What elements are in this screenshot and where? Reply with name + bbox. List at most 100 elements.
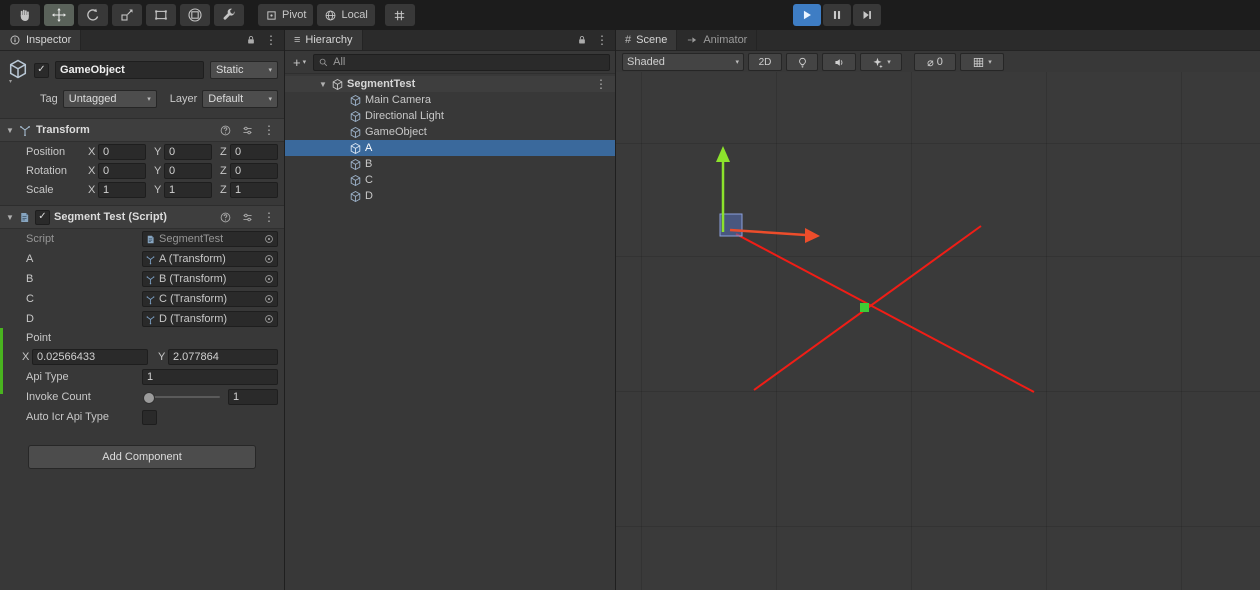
object-picker-icon[interactable] [263, 313, 275, 325]
lighting-toggle-button[interactable] [786, 53, 818, 71]
local-toggle-button[interactable]: Local [317, 4, 375, 26]
component-enabled-checkbox[interactable]: ✓ [35, 209, 50, 225]
hierarchy-item-directional-light[interactable]: Directional Light [285, 108, 615, 124]
scale-z-field[interactable]: 1 [230, 181, 278, 198]
hierarchy-item-b[interactable]: B [285, 156, 615, 172]
transform-header[interactable]: ▼ Transform ⋮ [0, 118, 284, 142]
object-picker-icon[interactable] [263, 293, 275, 305]
lock-icon[interactable] [245, 34, 257, 46]
rotation-z-field[interactable]: 0 [230, 162, 278, 179]
layer-dropdown[interactable]: Default ▾ [202, 90, 278, 108]
point-x-field[interactable]: 0.02566433 [32, 349, 148, 365]
position-x-field[interactable]: 0 [98, 143, 146, 160]
rotation-x-field[interactable]: 0 [98, 162, 146, 179]
help-icon[interactable] [219, 211, 232, 224]
gameobject-icon-picker[interactable]: ▾ [6, 58, 34, 85]
tag-dropdown[interactable]: Untagged ▾ [62, 90, 157, 108]
rotation-label: Rotation [26, 164, 67, 177]
object-picker-icon[interactable] [263, 253, 275, 265]
hierarchy-item-a-selected[interactable]: A [285, 140, 615, 156]
hierarchy-item-d[interactable]: D [285, 188, 615, 204]
rect-tool-button[interactable] [146, 4, 176, 26]
move-tool-button[interactable] [44, 4, 74, 26]
scene-visibility-button[interactable]: ⌀ 0 [914, 53, 956, 71]
2d-toggle-button[interactable]: 2D [748, 53, 782, 71]
hierarchy-search-input[interactable]: All [313, 53, 610, 71]
pause-button[interactable] [823, 4, 851, 26]
effects-dropdown-button[interactable]: ▾ [860, 53, 902, 71]
position-z-field[interactable]: 0 [230, 143, 278, 160]
axis-x-label: X [88, 164, 96, 177]
inspector-menu-icon[interactable]: ⋮ [265, 34, 277, 46]
script-row: Script SegmentTest [0, 229, 284, 249]
scale-y-field[interactable]: 1 [164, 181, 212, 198]
foldout-icon[interactable]: ▼ [6, 213, 18, 222]
lock-icon[interactable] [576, 34, 588, 46]
custom-tool-button[interactable] [214, 4, 244, 26]
item-label: D [365, 190, 373, 202]
foldout-icon[interactable]: ▼ [6, 126, 18, 135]
create-object-button[interactable]: + ▾ [290, 54, 309, 70]
tab-inspector[interactable]: Inspector [0, 30, 82, 50]
search-value: All [333, 56, 346, 68]
tab-hierarchy[interactable]: ≡ Hierarchy [285, 30, 363, 50]
rotation-y-field[interactable]: 0 [164, 162, 212, 179]
ref-a-object-field[interactable]: A (Transform) [142, 251, 278, 267]
invoke-count-slider[interactable] [143, 392, 220, 404]
segment-line-ab [735, 233, 1035, 393]
point-y-field[interactable]: 2.077864 [168, 349, 278, 365]
tab-scene[interactable]: # Scene [616, 30, 678, 50]
gizmo-x-axis-arrowhead[interactable] [805, 228, 820, 243]
add-component-button[interactable]: Add Component [28, 445, 256, 469]
pivot-toggle-button[interactable]: Pivot [258, 4, 314, 26]
foldout-icon[interactable]: ▼ [319, 80, 331, 89]
tab-animator[interactable]: Animator [677, 30, 758, 50]
view-hand-tool-button[interactable] [10, 4, 40, 26]
play-button[interactable] [793, 4, 821, 26]
gizmo-y-axis-arrowhead[interactable] [716, 146, 730, 162]
scene-root-row[interactable]: ▼ SegmentTest ⋮ [285, 76, 615, 92]
api-type-field[interactable]: 1 [142, 369, 278, 385]
segment-test-header[interactable]: ▼ ✓ Segment Test (Script) ⋮ [0, 205, 284, 229]
object-picker-icon[interactable] [263, 273, 275, 285]
scene-viewport[interactable] [616, 72, 1260, 590]
position-y-field[interactable]: 0 [164, 143, 212, 160]
gameobject-active-checkbox[interactable]: ✓ [34, 62, 49, 78]
rotate-tool-button[interactable] [78, 4, 108, 26]
intersection-point-marker [860, 303, 869, 312]
component-menu-icon[interactable]: ⋮ [263, 211, 275, 223]
grid-settings-button[interactable]: ▾ [960, 53, 1004, 71]
scene-tabbar: # Scene Animator [616, 30, 1260, 51]
tag-value: Untagged [68, 93, 117, 105]
script-object-field[interactable]: SegmentTest [142, 231, 278, 247]
presets-icon[interactable] [241, 211, 254, 224]
segment-test-component: ▼ ✓ Segment Test (Script) ⋮ Script Segme… [0, 205, 284, 427]
component-menu-icon[interactable]: ⋮ [263, 124, 275, 136]
hierarchy-item-main-camera[interactable]: Main Camera [285, 92, 615, 108]
hierarchy-item-gameobject[interactable]: GameObject [285, 124, 615, 140]
ref-b-object-field[interactable]: B (Transform) [142, 271, 278, 287]
draw-mode-dropdown[interactable]: Shaded ▾ [622, 53, 744, 71]
hierarchy-item-c[interactable]: C [285, 172, 615, 188]
scale-tool-button[interactable] [112, 4, 142, 26]
auto-icr-checkbox[interactable] [142, 409, 157, 425]
ref-c-object-field[interactable]: C (Transform) [142, 291, 278, 307]
static-dropdown[interactable]: Static ▾ [210, 61, 278, 79]
scale-x-field[interactable]: 1 [98, 181, 146, 198]
scene-menu-icon[interactable]: ⋮ [595, 78, 615, 90]
help-icon[interactable] [219, 124, 232, 137]
gameobject-name-field[interactable]: GameObject [55, 61, 204, 79]
invoke-count-field[interactable]: 1 [228, 389, 278, 405]
grid-snap-button[interactable] [384, 4, 415, 26]
slider-handle[interactable] [143, 392, 155, 404]
ref-d-object-field[interactable]: D (Transform) [142, 311, 278, 327]
dropdown-arrow-icon: ▾ [887, 58, 891, 66]
presets-icon[interactable] [241, 124, 254, 137]
inspector-tab-label: Inspector [26, 34, 72, 46]
axis-y-label: Y [154, 164, 162, 177]
transform-tool-button[interactable] [180, 4, 210, 26]
audio-toggle-button[interactable] [822, 53, 856, 71]
step-button[interactable] [853, 4, 881, 26]
hierarchy-menu-icon[interactable]: ⋮ [596, 34, 608, 46]
object-picker-icon[interactable] [263, 233, 275, 245]
